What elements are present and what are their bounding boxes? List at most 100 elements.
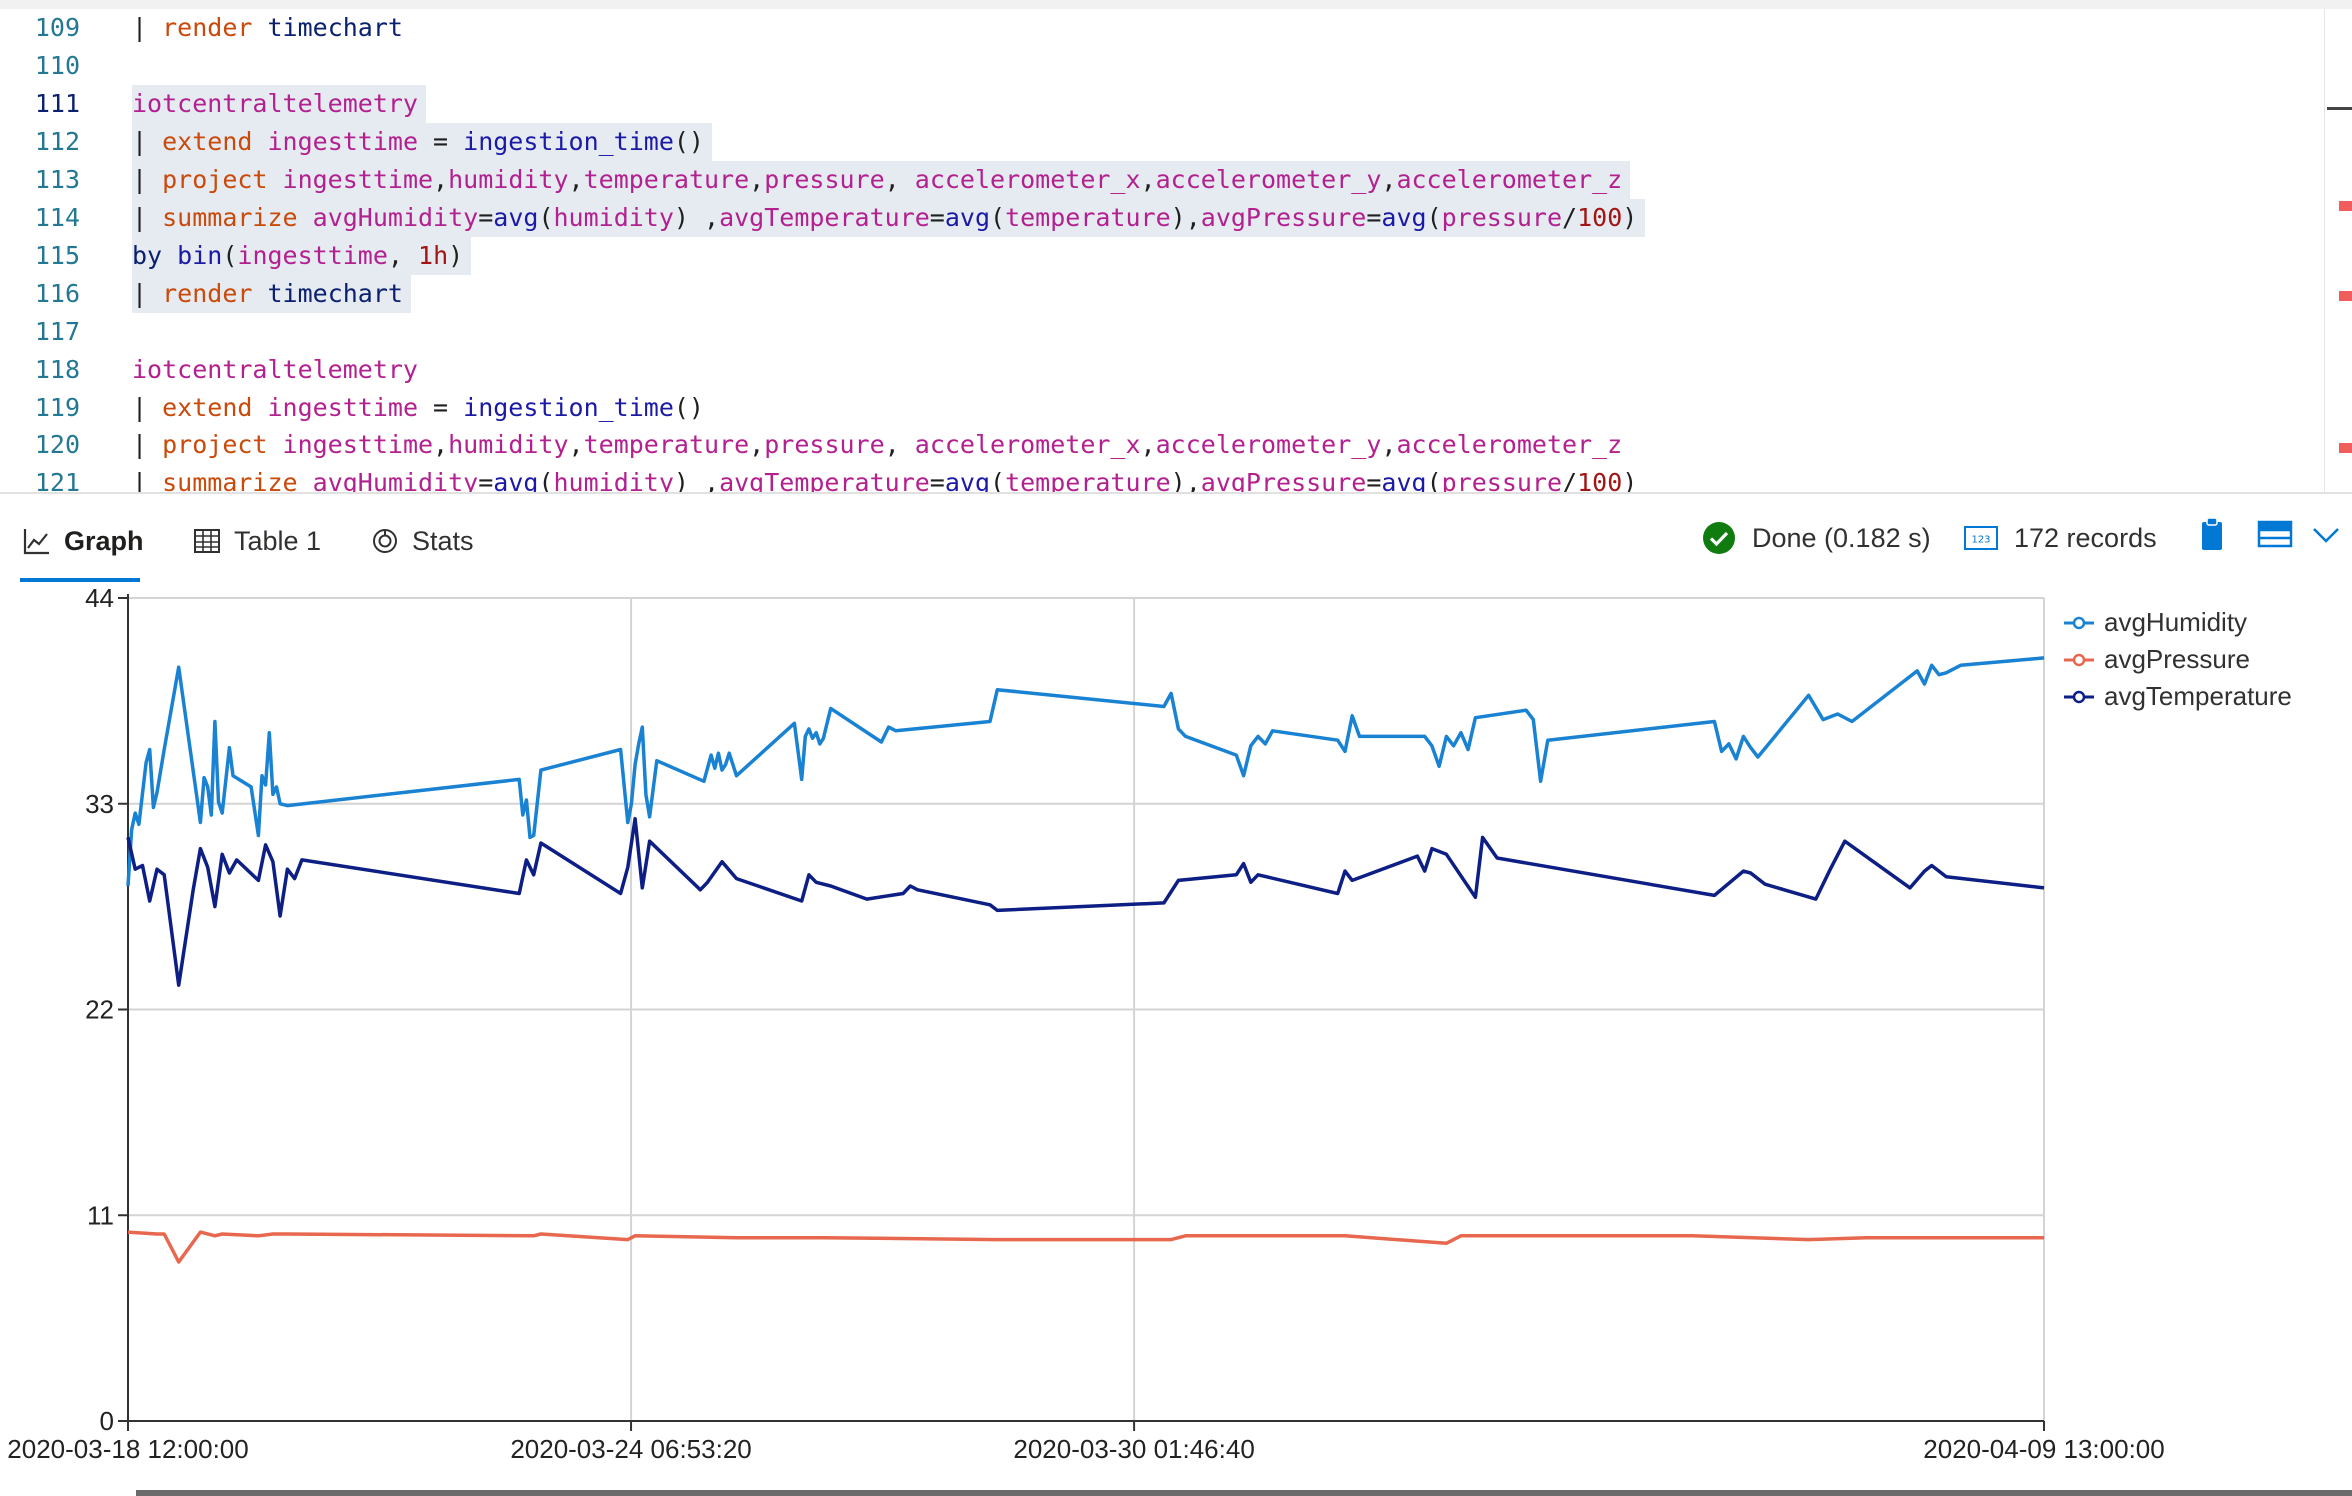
- code-token: =: [1366, 202, 1382, 232]
- tab-label: Table 1: [234, 525, 322, 556]
- code-token: project: [162, 430, 268, 460]
- tab-label: Graph: [64, 525, 144, 556]
- checkmark-circle-icon: [1703, 522, 1735, 554]
- code-token: summarize: [162, 202, 298, 232]
- code-token: (: [990, 468, 1006, 492]
- line-number: 113: [34, 164, 80, 194]
- code-token: avgTemperature: [719, 202, 930, 232]
- code-token: ,: [1140, 164, 1156, 194]
- code-token: bin: [177, 240, 223, 270]
- code-text: | project ingesttime,humidity,temperatur…: [132, 426, 1630, 464]
- code-token: humidity: [553, 202, 674, 232]
- query-editor[interactable]: 109 | render timechart 110 111 iotcentraltel…: [0, 0, 2352, 492]
- code-line[interactable]: 109 | render timechart: [0, 9, 2320, 47]
- code-token: avg: [493, 202, 539, 232]
- code-text: | project ingesttime,humidity,temperatur…: [132, 160, 1631, 199]
- x-tick-label: 2020-03-30 01:46:40: [1013, 1434, 1254, 1464]
- code-token: ,: [884, 430, 915, 460]
- code-token: 1h: [418, 240, 449, 270]
- code-token: |: [132, 126, 163, 156]
- code-token: ) ,: [673, 202, 720, 232]
- code-token: temperature: [583, 164, 750, 194]
- code-token: ,: [387, 240, 419, 270]
- y-tick-label: 22: [85, 995, 114, 1025]
- time-chart[interactable]: 0 11 22 33 44 2020-03-18 12:00:00 2020-03-24 0…: [0, 584, 2352, 1496]
- code-token: (: [222, 240, 238, 270]
- code-line[interactable]: 113 | project ingesttime,humidity,tempera…: [0, 160, 2320, 199]
- code-line[interactable]: 121 | summarize avgHumidity=avg(humidity)…: [0, 464, 2320, 492]
- legend-item-avgPressure[interactable]: avgPressure: [2064, 641, 2292, 678]
- legend-item-avgTemperature[interactable]: avgTemperature: [2064, 678, 2292, 715]
- line-number: 110: [34, 50, 80, 80]
- code-line[interactable]: 114 | summarize avgHumidity=avg(humidity)…: [0, 198, 2320, 237]
- code-token: ingesttime: [237, 240, 388, 270]
- code-line[interactable]: 110: [0, 47, 2320, 85]
- code-token: avg: [944, 468, 991, 492]
- code-token: accelerometer_y: [1155, 164, 1382, 194]
- line-number: 118: [34, 354, 80, 384]
- legend-marker-icon: [2064, 690, 2094, 703]
- results-toolbar: Graph Table 1 Stats Done (0.182 s) 123 1…: [0, 494, 2352, 584]
- code-line[interactable]: 111 iotcentraltelemetry: [0, 84, 2320, 123]
- editor-scrollbar[interactable]: [2324, 9, 2352, 492]
- code-text: | extend ingesttime = ingestion_time(): [132, 122, 712, 161]
- code-text: | render timechart: [132, 9, 411, 47]
- code-token: /: [1562, 468, 1578, 492]
- code-token: accelerometer_x: [914, 430, 1141, 460]
- code-token: ): [1622, 202, 1638, 232]
- tab-graph[interactable]: Graph: [22, 512, 144, 570]
- code-text: iotcentraltelemetry: [132, 351, 426, 389]
- clipboard-icon[interactable]: [2192, 514, 2232, 554]
- code-line[interactable]: 119 | extend ingesttime = ingestion_time(…: [0, 389, 2320, 427]
- line-number: 115: [34, 240, 80, 270]
- code-token: =: [929, 468, 945, 492]
- chevron-down-icon[interactable]: [2306, 514, 2346, 554]
- code-token: accelerometer_x: [914, 164, 1141, 194]
- svg-text:123: 123: [1971, 535, 1990, 546]
- code-token: ingestion_time: [463, 392, 674, 422]
- tab-table-1[interactable]: Table 1: [192, 512, 321, 570]
- code-token: humidity: [448, 430, 569, 460]
- chart-plot: 0 11 22 33 44 2020-03-18 12:00:00 2020-03-24 0…: [7, 584, 2164, 1464]
- code-line[interactable]: 117: [0, 313, 2320, 351]
- code-token: avgPressure: [1200, 468, 1367, 492]
- code-line[interactable]: 116 | render timechart: [0, 274, 2320, 313]
- code-line[interactable]: 118 iotcentraltelemetry: [0, 351, 2320, 389]
- code-line[interactable]: 120 | project ingesttime,humidity,tempera…: [0, 426, 2320, 464]
- code-token: extend: [162, 392, 253, 422]
- code-line[interactable]: 115 by bin(ingesttime, 1h): [0, 236, 2320, 275]
- code-token: ,: [1140, 430, 1156, 460]
- code-token: accelerometer_z: [1396, 430, 1623, 460]
- code-token: ,: [884, 164, 915, 194]
- code-token: |: [132, 430, 163, 460]
- scrollbar-error-marker: [2339, 443, 2352, 453]
- code-token: pressure: [764, 430, 885, 460]
- tab-label: Stats: [412, 525, 474, 556]
- code-token: accelerometer_z: [1396, 164, 1623, 194]
- legend-item-avgHumidity[interactable]: avgHumidity: [2064, 604, 2292, 641]
- chart-legend: avgHumidity avgPressure avgTemperature: [2064, 604, 2292, 715]
- record-count: 123 172 records: [1964, 518, 2157, 558]
- code-token: =: [478, 468, 494, 492]
- legend-label: avgHumidity: [2104, 607, 2248, 637]
- y-tick-label: 44: [85, 584, 114, 613]
- code-token: render: [162, 278, 253, 308]
- tab-stats[interactable]: Stats: [370, 512, 474, 570]
- code-token: ingesttime: [267, 392, 418, 422]
- code-token: pressure: [1441, 468, 1563, 492]
- code-token: (: [538, 468, 554, 492]
- code-token: ),: [1170, 468, 1201, 492]
- code-token: accelerometer_y: [1155, 430, 1382, 460]
- code-line[interactable]: 112 | extend ingesttime = ingestion_time(…: [0, 122, 2320, 161]
- code-token: ingesttime: [267, 126, 418, 156]
- code-token: avgTemperature: [719, 468, 930, 492]
- scrollbar-position-indicator[interactable]: [2327, 107, 2352, 110]
- code-token: 100: [1577, 468, 1623, 492]
- code-token: |: [132, 278, 163, 308]
- layout-panes-icon[interactable]: [2256, 514, 2296, 554]
- code-token: ingesttime: [282, 164, 434, 194]
- code-token: |: [132, 392, 163, 422]
- line-number: 121: [34, 468, 80, 492]
- code-token: ,: [749, 164, 765, 194]
